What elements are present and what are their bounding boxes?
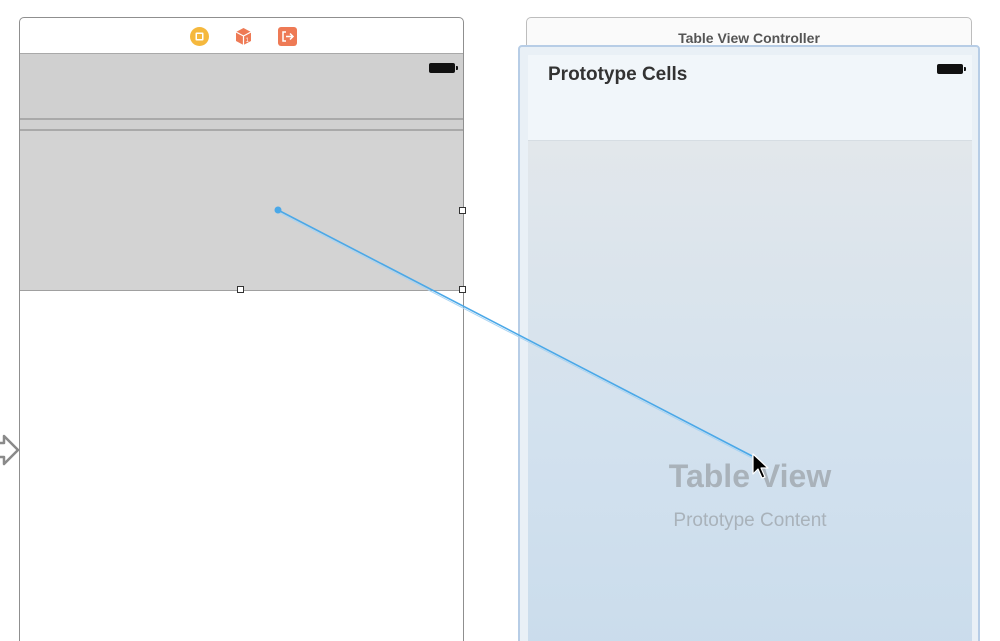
table-view-label: Table View [668, 458, 832, 494]
selected-view[interactable] [20, 131, 463, 291]
table-view[interactable]: Prototype Cells Table View Prototype Con… [528, 55, 972, 641]
resize-handle-bottom-right[interactable] [459, 286, 466, 293]
first-responder-icon[interactable]: 1 [234, 27, 253, 46]
view-controller-scene[interactable]: 1 [19, 17, 466, 641]
storyboard-canvas[interactable]: 1 Table View Controller Prototype Cells [0, 0, 1000, 641]
scene-dock: 1 [20, 18, 463, 54]
entry-point-arrow-icon[interactable] [0, 434, 20, 466]
resize-handle-right[interactable] [459, 207, 466, 214]
scene-title: Table View Controller [678, 30, 820, 46]
battery-icon [937, 64, 966, 74]
table-view-controller-scene[interactable]: Prototype Cells Table View Prototype Con… [518, 45, 980, 641]
status-bar [20, 54, 463, 118]
resize-handle-bottom[interactable] [237, 286, 244, 293]
prototype-content-label: Prototype Content [673, 510, 827, 531]
prototype-cells-header: Prototype Cells [528, 55, 972, 141]
prototype-cells-label: Prototype Cells [548, 64, 688, 85]
navigation-bar-divider [20, 118, 463, 131]
view-controller-icon[interactable] [190, 27, 209, 46]
battery-icon [429, 63, 458, 73]
exit-icon[interactable] [278, 27, 297, 46]
